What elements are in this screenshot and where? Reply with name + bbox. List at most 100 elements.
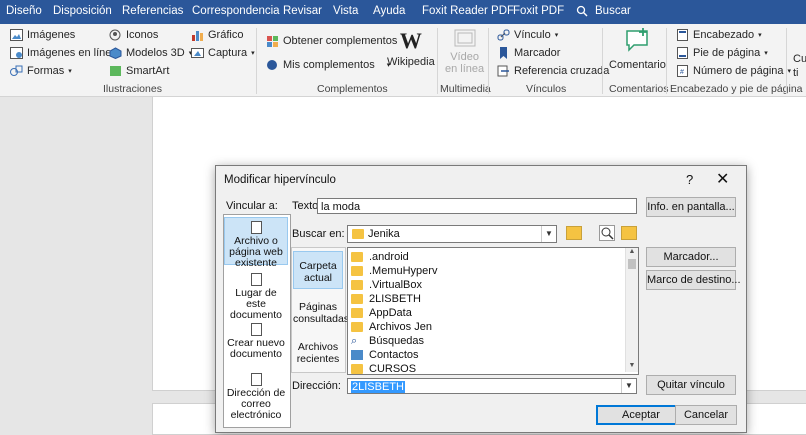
grafico-button[interactable]: Gráfico — [191, 29, 243, 41]
obtener-complementos-button[interactable]: Obtener complementos — [266, 35, 397, 47]
link-type-lugar[interactable]: Lugar de este documento — [224, 273, 288, 321]
scrollbar[interactable]: ▲ ▼ — [625, 248, 638, 372]
referencia-cruzada-button[interactable]: Referencia cruzada — [497, 65, 609, 77]
encabezado-button[interactable]: Encabezado ▾ — [676, 29, 762, 41]
chevron-down-icon[interactable]: ▼ — [621, 379, 636, 393]
vinculo-button[interactable]: Vínculo ▾ — [497, 29, 558, 41]
aceptar-button[interactable]: Aceptar — [596, 405, 686, 425]
marcador-button[interactable]: Marcador... — [646, 247, 736, 267]
numero-pagina-button[interactable]: # Número de página ▾ — [676, 65, 791, 77]
video-label-1: Vídeo — [450, 51, 479, 63]
captura-button[interactable]: Captura ▾ — [191, 47, 255, 59]
list-item[interactable]: Archivos Jen — [351, 320, 432, 334]
chevron-down-icon: ▾ — [554, 32, 559, 39]
link-type-crear-line2: documento — [230, 348, 282, 360]
link-type-correo-line3: electrónico — [230, 409, 282, 421]
obtener-label: Obtener complementos — [283, 35, 398, 47]
file-list[interactable]: .android .MemuHyperv .VirtualBox 2LISBET… — [347, 247, 639, 375]
wikipedia-button[interactable]: W Wikipedia — [387, 29, 435, 69]
comentario-button[interactable]: Comentario — [609, 28, 666, 71]
group-name-comentarios: Comentarios — [609, 83, 669, 95]
marcador-ribbon-label: Marcador — [514, 47, 561, 59]
email-icon — [250, 373, 262, 386]
svg-text:#: # — [680, 69, 684, 76]
list-item[interactable]: .MemuHyperv — [351, 264, 437, 278]
search-label[interactable]: Buscar — [595, 5, 631, 17]
group-separator — [256, 28, 257, 94]
link-type-crear[interactable]: Crear nuevo documento — [224, 323, 288, 363]
nav-archivos-recientes[interactable]: Archivos recientes — [293, 338, 343, 371]
web-search-icon[interactable] — [599, 225, 615, 241]
pie-label: Pie de página — [693, 47, 761, 59]
wikipedia-label: Wikipedia — [387, 56, 435, 68]
buscar-select[interactable]: Jenika ▼ — [347, 225, 557, 243]
imagenes-linea-button[interactable]: Imágenes en línea — [10, 47, 118, 59]
folder-icon — [351, 364, 363, 374]
video-button[interactable]: Vídeo en línea — [445, 28, 484, 75]
open-folder-icon[interactable] — [621, 226, 637, 240]
list-item[interactable]: AppData — [351, 306, 412, 320]
formas-button[interactable]: Formas ▾ — [10, 65, 72, 77]
marco-destino-button[interactable]: Marco de destino... — [646, 270, 741, 290]
group-separator — [437, 28, 438, 94]
numero-label: Número de página — [693, 65, 784, 77]
nav-paginas-consultadas[interactable]: Páginas consultadas — [293, 298, 349, 331]
tab-correspondencia[interactable]: Correspondencia — [192, 5, 280, 17]
cancelar-button[interactable]: Cancelar — [675, 405, 737, 425]
help-button[interactable]: ? — [686, 172, 693, 187]
tab-foxit-reader[interactable]: Foxit Reader PDF — [422, 5, 514, 17]
file-name: .MemuHyperv — [369, 265, 438, 277]
addins-icon — [266, 59, 279, 71]
vinculo-label: Vínculo — [514, 29, 551, 41]
tab-disposicion[interactable]: Disposición — [53, 5, 112, 17]
close-icon[interactable]: ✕ — [716, 169, 729, 189]
tab-ayuda[interactable]: Ayuda — [373, 5, 405, 17]
chart-icon — [191, 29, 204, 41]
list-item[interactable]: .VirtualBox — [351, 278, 422, 292]
file-name: .VirtualBox — [369, 279, 422, 291]
link-type-lugar-line2: documento — [230, 309, 282, 321]
tab-vista[interactable]: Vista — [333, 5, 358, 17]
search-icon[interactable] — [576, 5, 588, 20]
quitar-vinculo-button[interactable]: Quitar vínculo — [646, 375, 736, 395]
link-type-archivo[interactable]: Archivo o página web existente — [224, 217, 288, 269]
list-item[interactable]: Contactos — [351, 348, 419, 362]
tab-diseno[interactable]: Diseño — [6, 5, 42, 17]
nav-carpeta-actual[interactable]: Carpeta actual — [293, 251, 343, 289]
document-place-icon — [250, 273, 262, 286]
store-icon — [266, 35, 279, 47]
folder-icon — [351, 308, 363, 318]
pie-pagina-button[interactable]: Pie de página ▾ — [676, 47, 768, 59]
nav-carpeta-line2: actual — [303, 272, 333, 284]
smartart-button[interactable]: SmartArt — [109, 65, 169, 77]
info-pantalla-button[interactable]: Info. en pantalla... — [646, 197, 736, 217]
list-item[interactable]: 2LISBETH — [351, 292, 421, 306]
scroll-down-arrow[interactable]: ▼ — [626, 362, 638, 372]
tab-foxit-pdf[interactable]: Foxit PDF — [513, 5, 564, 17]
direccion-input[interactable]: 2LISBETH ▼ — [347, 378, 637, 394]
icons-icon — [109, 29, 122, 41]
texto-input[interactable]: la moda — [317, 198, 637, 214]
link-type-correo[interactable]: Dirección de correo electrónico — [224, 373, 288, 423]
captura-label: Captura — [208, 47, 248, 59]
chevron-down-icon[interactable]: ▼ — [541, 226, 556, 242]
grafico-label: Gráfico — [208, 29, 244, 41]
video-label-2: en línea — [445, 63, 485, 75]
group-separator — [602, 28, 603, 94]
scroll-thumb[interactable] — [628, 259, 636, 269]
list-item[interactable]: CURSOS — [351, 362, 416, 374]
mis-complementos-button[interactable]: Mis complementos ▾ — [266, 59, 390, 71]
marcador-ribbon-button[interactable]: Marcador — [497, 47, 560, 59]
link-type-lugar-line1: Lugar de este — [235, 287, 277, 310]
imagenes-button[interactable]: Imágenes — [10, 29, 75, 41]
up-folder-icon[interactable] — [566, 226, 582, 240]
iconos-button[interactable]: Iconos — [109, 29, 158, 41]
modelos3d-button[interactable]: Modelos 3D ▾ — [109, 47, 192, 60]
folder-icon — [351, 266, 363, 276]
tab-referencias[interactable]: Referencias — [122, 5, 183, 17]
list-item[interactable]: ⌕ Búsquedas — [351, 334, 424, 348]
cut-off-button-label[interactable]: Cu ti — [793, 52, 806, 80]
tab-revisar[interactable]: Revisar — [283, 5, 322, 17]
scroll-up-arrow[interactable]: ▲ — [626, 248, 638, 258]
list-item[interactable]: .android — [351, 250, 409, 264]
